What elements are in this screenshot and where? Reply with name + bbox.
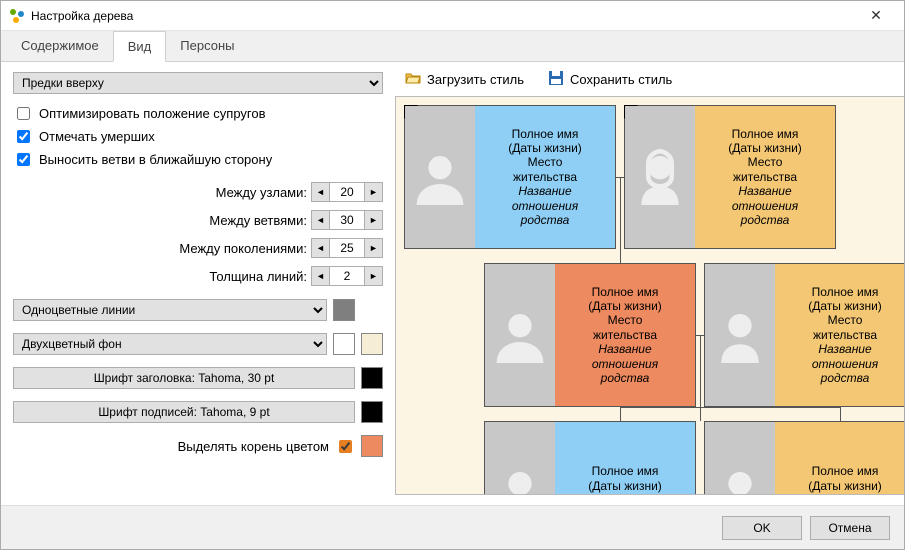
tab-persons[interactable]: Персоны: [166, 31, 248, 61]
check-optimize-spouse[interactable]: Оптимизировать положение супругов: [13, 104, 383, 123]
direction-select[interactable]: Предки вверху: [13, 72, 383, 94]
label-between-nodes: Между узлами:: [216, 185, 307, 200]
person-card: Полное имя(Даты жизни)МестожительстваНаз…: [404, 105, 616, 249]
highlight-root-checkbox[interactable]: [339, 440, 352, 453]
label-between-generations: Между поколениями:: [179, 241, 307, 256]
spinner-dec-icon[interactable]: ◄: [312, 211, 330, 229]
font-header-button[interactable]: Шрифт заголовка: Tahoma, 30 pt: [13, 367, 355, 389]
window-title: Настройка дерева: [31, 9, 856, 23]
app-icon: [9, 8, 25, 24]
person-card: Полное имя(Даты жизни)Местожительства: [704, 421, 904, 495]
cancel-button[interactable]: Отмена: [810, 516, 890, 540]
spinner-between-generations[interactable]: ◄ 25 ►: [311, 238, 383, 258]
spinner-line-thickness-value: 2: [330, 267, 364, 285]
save-style-label: Сохранить стиль: [570, 72, 672, 87]
spinner-line-thickness[interactable]: ◄ 2 ►: [311, 266, 383, 286]
tab-content[interactable]: Содержимое: [7, 31, 113, 61]
person-card-root: Полное имя(Даты жизни)МестожительстваНаз…: [484, 263, 696, 407]
label-between-branches: Между ветвями:: [209, 213, 307, 228]
spinner-between-generations-value: 25: [330, 239, 364, 257]
font-caption-swatch[interactable]: [361, 401, 383, 423]
bg-swatch-2[interactable]: [361, 333, 383, 355]
font-header-swatch[interactable]: [361, 367, 383, 389]
line-color-select[interactable]: Одноцветные линии: [13, 299, 327, 321]
person-card: Полное имя(Даты жизни)МестожительстваНаз…: [624, 105, 836, 249]
bg-select[interactable]: Двухцветный фон: [13, 333, 327, 355]
check-optimize-spouse-box[interactable]: [17, 107, 30, 120]
spinner-dec-icon[interactable]: ◄: [312, 239, 330, 257]
spinner-between-branches[interactable]: ◄ 30 ►: [311, 210, 383, 230]
check-mark-deceased[interactable]: Отмечать умерших: [13, 127, 383, 146]
tabs: Содержимое Вид Персоны: [1, 31, 904, 62]
save-style-button[interactable]: Сохранить стиль: [548, 70, 672, 89]
save-icon: [548, 70, 564, 89]
preview-pane: Полное имя(Даты жизни)МестожительстваНаз…: [395, 96, 904, 495]
label-line-thickness: Толщина линий:: [209, 269, 307, 284]
spinner-inc-icon[interactable]: ►: [364, 183, 382, 201]
check-mark-deceased-box[interactable]: [17, 130, 30, 143]
load-style-label: Загрузить стиль: [427, 72, 524, 87]
spinner-between-branches-value: 30: [330, 211, 364, 229]
check-branches-near[interactable]: Выносить ветви в ближайшую сторону: [13, 150, 383, 169]
spinner-inc-icon[interactable]: ►: [364, 267, 382, 285]
check-mark-deceased-label: Отмечать умерших: [39, 129, 155, 144]
highlight-root-swatch[interactable]: [361, 435, 383, 457]
load-style-button[interactable]: Загрузить стиль: [405, 70, 524, 89]
close-button[interactable]: ✕: [856, 2, 896, 30]
tab-view[interactable]: Вид: [113, 31, 167, 62]
line-color-swatch[interactable]: [333, 299, 355, 321]
spinner-inc-icon[interactable]: ►: [364, 211, 382, 229]
spinner-dec-icon[interactable]: ◄: [312, 267, 330, 285]
person-card: Полное имя(Даты жизни)Местожительства: [484, 421, 696, 495]
check-optimize-spouse-label: Оптимизировать положение супругов: [39, 106, 266, 121]
spinner-between-nodes-value: 20: [330, 183, 364, 201]
check-branches-near-box[interactable]: [17, 153, 30, 166]
folder-open-icon: [405, 70, 421, 89]
check-branches-near-label: Выносить ветви в ближайшую сторону: [39, 152, 272, 167]
spinner-dec-icon[interactable]: ◄: [312, 183, 330, 201]
ok-button[interactable]: OK: [722, 516, 802, 540]
font-caption-button[interactable]: Шрифт подписей: Tahoma, 9 pt: [13, 401, 355, 423]
bg-swatch-1[interactable]: [333, 333, 355, 355]
spinner-between-nodes[interactable]: ◄ 20 ►: [311, 182, 383, 202]
spinner-inc-icon[interactable]: ►: [364, 239, 382, 257]
highlight-root-label: Выделять корень цветом: [178, 439, 329, 454]
person-card: Полное имя(Даты жизни)МестожительстваНаз…: [704, 263, 904, 407]
